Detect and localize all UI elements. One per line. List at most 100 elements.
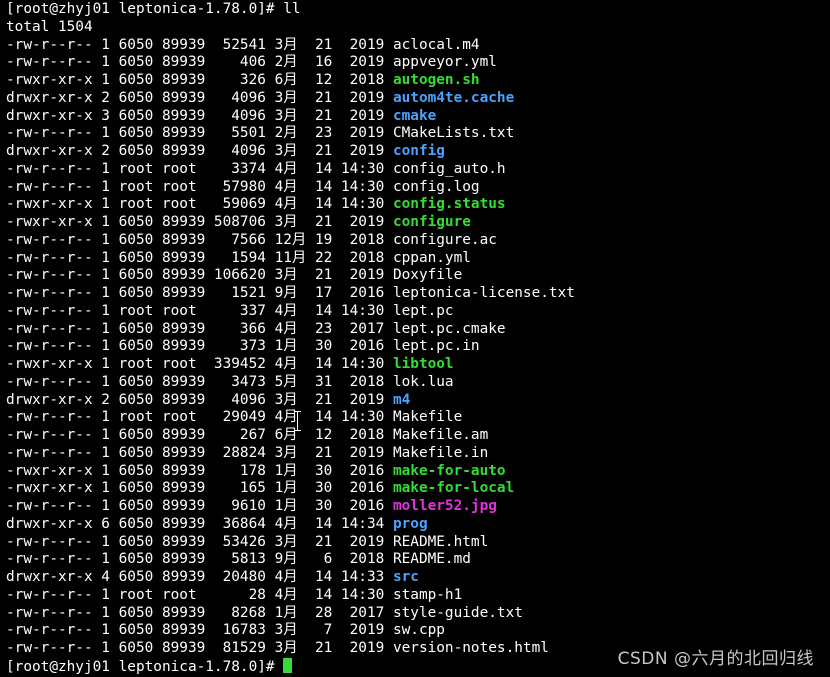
list-item: -rw-r--r-- 1 6050 89939 1521 9月 17 2016 … [6,285,830,303]
list-item: -rw-r--r-- 1 6050 89939 5813 9月 6 2018 R… [6,551,830,569]
file-meta: -rw-r--r-- 1 6050 89939 8268 1月 28 2017 [6,604,393,621]
file-meta: -rw-r--r-- 1 root root 29049 4月 14 14:30 [6,409,393,426]
file-meta: -rw-r--r-- 1 root root 28 4月 14 14:30 [6,586,393,603]
file-meta: -rw-r--r-- 1 6050 89939 5501 2月 23 2019 [6,125,393,142]
file-name: Makefile [392,409,463,426]
list-item: -rw-r--r-- 1 root root 57980 4月 14 14:30… [6,179,830,197]
file-name: lok.lua [392,373,454,390]
file-name: cppan.yml [392,249,471,266]
file-name: moller52.jpg [392,498,497,514]
file-meta: -rw-r--r-- 1 6050 89939 106620 3月 21 201… [6,267,393,284]
file-meta: -rwxr-xr-x 1 root root 339452 4月 14 14:3… [6,356,393,372]
file-meta: -rw-r--r-- 1 6050 89939 7566 12月 19 2018 [6,231,393,248]
list-item: -rw-r--r-- 1 6050 89939 16783 3月 7 2019 … [6,622,830,640]
list-item: -rw-r--r-- 1 6050 89939 366 4月 23 2017 l… [6,321,830,339]
file-meta: -rw-r--r-- 1 6050 89939 52541 3月 21 2019 [6,36,393,53]
file-name: leptonica-license.txt [392,285,575,301]
list-item: -rw-r--r-- 1 root root 337 4月 14 14:30 l… [6,303,830,321]
file-name: lept.pc.in [392,338,480,355]
file-name: config [392,143,445,159]
list-item: -rw-r--r-- 1 6050 89939 106620 3月 21 201… [6,267,830,285]
file-name: prog [392,515,428,532]
file-name: config.status [392,196,506,213]
file-name: stamp-h1 [392,586,463,603]
file-meta: drwxr-xr-x 2 6050 89939 4096 3月 21 2019 [6,391,393,408]
file-meta: -rw-r--r-- 1 6050 89939 28824 3月 21 2019 [6,444,393,461]
file-meta: drwxr-xr-x 2 6050 89939 4096 3月 21 2019 [6,143,393,159]
file-meta: drwxr-xr-x 3 6050 89939 4096 3月 21 2019 [6,107,393,124]
list-item: -rw-r--r-- 1 6050 89939 8268 1月 28 2017 … [6,605,830,623]
list-item: drwxr-xr-x 2 6050 89939 4096 3月 21 2019 … [6,143,830,161]
file-name: style-guide.txt [392,604,523,621]
file-name: version-notes.html [392,640,549,656]
watermark: CSDN @六月的北回归线 [617,649,814,669]
file-meta: -rw-r--r-- 1 root root 3374 4月 14 14:30 [6,160,393,177]
file-name: sw.cpp [392,622,445,639]
command-line: [root@zhyj01 leptonica-1.78.0]# ll [6,1,301,17]
file-name: appveyor.yml [392,54,497,71]
file-meta: -rw-r--r-- 1 6050 89939 9610 1月 30 2016 [6,498,393,514]
file-listing: -rw-r--r-- 1 6050 89939 52541 3月 21 2019… [6,37,830,658]
file-meta: -rw-r--r-- 1 6050 89939 53426 3月 21 2019 [6,533,393,550]
file-meta: -rw-r--r-- 1 root root 57980 4月 14 14:30 [6,178,393,195]
list-item: drwxr-xr-x 2 6050 89939 4096 3月 21 2019 … [6,392,830,410]
file-name: lept.pc.cmake [392,320,506,337]
file-name: CMakeLists.txt [392,125,515,142]
list-item: -rwxr-xr-x 1 6050 89939 508706 3月 21 201… [6,214,830,232]
file-name: Makefile.in [392,444,489,461]
list-item: drwxr-xr-x 3 6050 89939 4096 3月 21 2019 … [6,108,830,126]
file-meta: -rwxr-xr-x 1 6050 89939 165 1月 30 2016 [6,480,393,497]
list-item: -rwxr-xr-x 1 root root 59069 4月 14 14:30… [6,196,830,214]
list-item: drwxr-xr-x 2 6050 89939 4096 3月 21 2019 … [6,90,830,108]
list-item: -rwxr-xr-x 1 6050 89939 326 6月 12 2018 a… [6,72,830,90]
file-meta: -rw-r--r-- 1 6050 89939 267 6月 12 2018 [6,427,393,443]
file-name: config.log [392,178,480,195]
terminal-output[interactable]: [root@zhyj01 leptonica-1.78.0]# ll total… [6,1,830,676]
text-cursor-ibeam-icon [294,411,301,431]
file-name: README.html [392,533,489,550]
file-name: configure [392,214,471,230]
list-item: -rw-r--r-- 1 root root 3374 4月 14 14:30 … [6,161,830,179]
file-name: Doxyfile [392,267,463,284]
list-item: -rw-r--r-- 1 6050 89939 406 2月 16 2019 a… [6,54,830,72]
file-name: configure.ac [392,231,497,248]
list-item: -rw-r--r-- 1 root root 28 4月 14 14:30 st… [6,587,830,605]
list-item: -rw-r--r-- 1 6050 89939 52541 3月 21 2019… [6,37,830,55]
file-name: README.md [392,551,471,568]
file-name: make-for-local [392,480,515,497]
file-meta: -rwxr-xr-x 1 6050 89939 178 1月 30 2016 [6,462,393,479]
list-item: -rwxr-xr-x 1 root root 339452 4月 14 14:3… [6,356,830,374]
file-meta: -rw-r--r-- 1 6050 89939 1521 9月 17 2016 [6,285,393,301]
file-meta: -rw-r--r-- 1 6050 89939 81529 3月 21 2019 [6,640,393,656]
file-meta: -rwxr-xr-x 1 root root 59069 4月 14 14:30 [6,196,393,213]
list-item: -rwxr-xr-x 1 6050 89939 165 1月 30 2016 m… [6,480,830,498]
file-meta: -rw-r--r-- 1 6050 89939 3473 5月 31 2018 [6,373,393,390]
list-item: -rw-r--r-- 1 6050 89939 53426 3月 21 2019… [6,534,830,552]
list-item: -rw-r--r-- 1 6050 89939 1594 11月 22 2018… [6,250,830,268]
list-item: -rw-r--r-- 1 6050 89939 9610 1月 30 2016 … [6,498,830,516]
list-item: -rw-r--r-- 1 6050 89939 5501 2月 23 2019 … [6,125,830,143]
file-meta: drwxr-xr-x 6 6050 89939 36864 4月 14 14:3… [6,515,393,532]
file-name: lept.pc [392,302,454,319]
list-item: -rw-r--r-- 1 root root 29049 4月 14 14:30… [6,409,830,427]
file-meta: -rw-r--r-- 1 6050 89939 406 2月 16 2019 [6,54,393,71]
file-meta: -rwxr-xr-x 1 6050 89939 508706 3月 21 201… [6,214,393,230]
total-line: total 1504 [6,18,93,35]
file-meta: -rw-r--r-- 1 6050 89939 5813 9月 6 2018 [6,551,393,568]
list-item: drwxr-xr-x 6 6050 89939 36864 4月 14 14:3… [6,516,830,534]
file-meta: -rw-r--r-- 1 6050 89939 373 1月 30 2016 [6,338,393,355]
list-item: -rw-r--r-- 1 6050 89939 3473 5月 31 2018 … [6,374,830,392]
list-item: -rw-r--r-- 1 6050 89939 28824 3月 21 2019… [6,445,830,463]
terminal-cursor [283,657,293,673]
file-name: autogen.sh [392,72,480,88]
file-meta: drwxr-xr-x 2 6050 89939 4096 3月 21 2019 [6,89,393,106]
list-item: -rw-r--r-- 1 6050 89939 373 1月 30 2016 l… [6,338,830,356]
file-name: autom4te.cache [392,89,515,106]
file-name: config_auto.h [392,160,506,177]
list-item: drwxr-xr-x 4 6050 89939 20480 4月 14 14:3… [6,569,830,587]
file-meta: -rw-r--r-- 1 6050 89939 1594 11月 22 2018 [6,249,393,266]
file-name: aclocal.m4 [392,36,480,53]
file-meta: -rw-r--r-- 1 root root 337 4月 14 14:30 [6,302,393,319]
file-meta: drwxr-xr-x 4 6050 89939 20480 4月 14 14:3… [6,569,393,585]
list-item: -rw-r--r-- 1 6050 89939 7566 12月 19 2018… [6,232,830,250]
